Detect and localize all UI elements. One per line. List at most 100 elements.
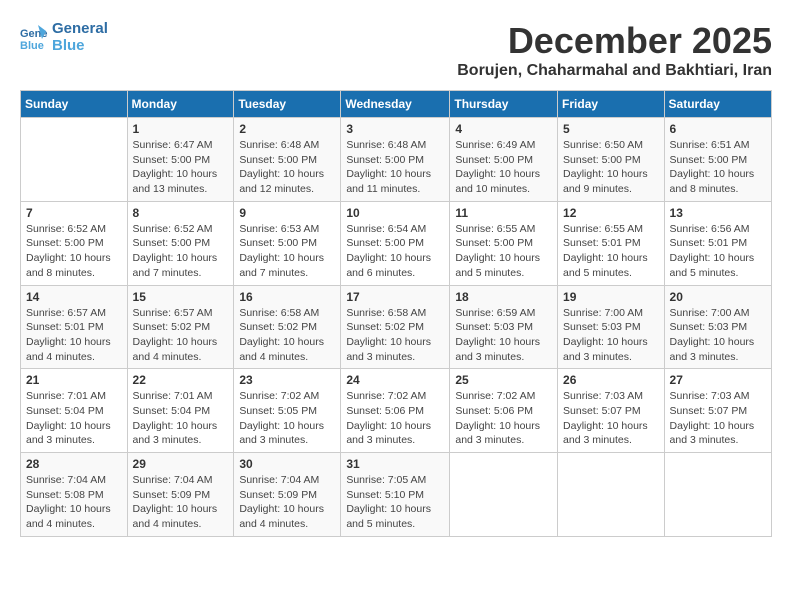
calendar-cell [21,118,128,202]
day-number: 8 [133,206,229,220]
calendar-cell: 5Sunrise: 6:50 AMSunset: 5:00 PMDaylight… [558,118,665,202]
day-info: Sunrise: 7:02 AMSunset: 5:05 PMDaylight:… [239,389,335,448]
day-info: Sunrise: 7:04 AMSunset: 5:08 PMDaylight:… [26,473,122,532]
weekday-header-sunday: Sunday [21,91,128,118]
calendar-cell: 13Sunrise: 6:56 AMSunset: 5:01 PMDayligh… [664,201,771,285]
day-number: 12 [563,206,659,220]
day-number: 28 [26,457,122,471]
calendar-cell: 29 Sunrise: 7:04 AMSunset: 5:09 PMDayligh… [127,453,234,537]
day-number: 3 [346,122,444,136]
day-info: Sunrise: 6:58 AMSunset: 5:02 PMDaylight:… [346,306,444,365]
calendar-cell: 31 Sunrise: 7:05 AMSunset: 5:10 PMDayligh… [341,453,450,537]
day-info: Sunrise: 7:00 AMSunset: 5:03 PMDaylight:… [670,306,766,365]
calendar-body: 1Sunrise: 6:47 AMSunset: 5:00 PMDaylight… [21,118,772,537]
calendar-cell: 14 Sunrise: 6:57 AMSunset: 5:01 PMDayligh… [21,285,128,369]
day-number: 21 [26,373,122,387]
day-number: 18 [455,290,552,304]
calendar-cell: 27 Sunrise: 7:03 AMSunset: 5:07 PMDayligh… [664,369,771,453]
weekday-header-friday: Friday [558,91,665,118]
title-section: December 2025 Borujen, Chaharmahal and B… [457,20,772,80]
day-info: Sunrise: 7:00 AMSunset: 5:03 PMDaylight:… [563,306,659,365]
day-number: 11 [455,206,552,220]
svg-text:Blue: Blue [20,40,44,51]
calendar-cell: 8 Sunrise: 6:52 AMSunset: 5:00 PMDaylight… [127,201,234,285]
day-info: Sunrise: 7:01 AMSunset: 5:04 PMDaylight:… [26,389,122,448]
calendar-week-row: 7Sunrise: 6:52 AMSunset: 5:00 PMDaylight… [21,201,772,285]
calendar-cell: 2 Sunrise: 6:48 AMSunset: 5:00 PMDaylight… [234,118,341,202]
calendar-cell: 16 Sunrise: 6:58 AMSunset: 5:02 PMDayligh… [234,285,341,369]
weekday-header-wednesday: Wednesday [341,91,450,118]
day-info: Sunrise: 6:55 AMSunset: 5:00 PMDaylight:… [455,222,552,281]
calendar-cell: 9Sunrise: 6:53 AMSunset: 5:00 PMDaylight… [234,201,341,285]
day-info: Sunrise: 7:04 AMSunset: 5:09 PMDaylight:… [133,473,229,532]
calendar-cell: 17 Sunrise: 6:58 AMSunset: 5:02 PMDayligh… [341,285,450,369]
day-number: 27 [670,373,766,387]
day-info: Sunrise: 6:58 AMSunset: 5:02 PMDaylight:… [239,306,335,365]
calendar-cell: 18 Sunrise: 6:59 AMSunset: 5:03 PMDayligh… [450,285,558,369]
day-info: Sunrise: 7:03 AMSunset: 5:07 PMDaylight:… [670,389,766,448]
day-number: 17 [346,290,444,304]
calendar-cell: 1Sunrise: 6:47 AMSunset: 5:00 PMDaylight… [127,118,234,202]
day-info: Sunrise: 6:47 AMSunset: 5:00 PMDaylight:… [133,138,229,197]
day-info: Sunrise: 6:57 AMSunset: 5:02 PMDaylight:… [133,306,229,365]
day-number: 6 [670,122,766,136]
calendar-header-row: SundayMondayTuesdayWednesdayThursdayFrid… [21,91,772,118]
day-info: Sunrise: 6:55 AMSunset: 5:01 PMDaylight:… [563,222,659,281]
day-number: 29 [133,457,229,471]
day-number: 30 [239,457,335,471]
calendar-cell: 22Sunrise: 7:01 AMSunset: 5:04 PMDayligh… [127,369,234,453]
day-number: 31 [346,457,444,471]
day-info: Sunrise: 6:57 AMSunset: 5:01 PMDaylight:… [26,306,122,365]
day-number: 23 [239,373,335,387]
logo-line1: General [52,20,108,37]
logo-line2: Blue [52,37,108,54]
day-number: 4 [455,122,552,136]
day-number: 26 [563,373,659,387]
day-number: 13 [670,206,766,220]
day-info: Sunrise: 7:04 AMSunset: 5:09 PMDaylight:… [239,473,335,532]
weekday-header-tuesday: Tuesday [234,91,341,118]
day-info: Sunrise: 7:03 AMSunset: 5:07 PMDaylight:… [563,389,659,448]
calendar-cell: 10Sunrise: 6:54 AMSunset: 5:00 PMDayligh… [341,201,450,285]
day-number: 14 [26,290,122,304]
day-info: Sunrise: 6:49 AMSunset: 5:00 PMDaylight:… [455,138,552,197]
calendar-cell: 12 Sunrise: 6:55 AMSunset: 5:01 PMDayligh… [558,201,665,285]
calendar-cell: 7Sunrise: 6:52 AMSunset: 5:00 PMDaylight… [21,201,128,285]
day-info: Sunrise: 7:05 AMSunset: 5:10 PMDaylight:… [346,473,444,532]
day-info: Sunrise: 7:02 AMSunset: 5:06 PMDaylight:… [455,389,552,448]
day-number: 19 [563,290,659,304]
calendar-week-row: 28 Sunrise: 7:04 AMSunset: 5:08 PMDayligh… [21,453,772,537]
calendar-cell: 20Sunrise: 7:00 AMSunset: 5:03 PMDayligh… [664,285,771,369]
day-info: Sunrise: 6:48 AMSunset: 5:00 PMDaylight:… [346,138,444,197]
day-number: 10 [346,206,444,220]
calendar-table: SundayMondayTuesdayWednesdayThursdayFrid… [20,90,772,537]
day-number: 16 [239,290,335,304]
day-info: Sunrise: 6:59 AMSunset: 5:03 PMDaylight:… [455,306,552,365]
calendar-cell: 15 Sunrise: 6:57 AMSunset: 5:02 PMDayligh… [127,285,234,369]
page-subtitle: Borujen, Chaharmahal and Bakhtiari, Iran [457,62,772,80]
day-info: Sunrise: 6:48 AMSunset: 5:00 PMDaylight:… [239,138,335,197]
day-number: 9 [239,206,335,220]
logo: General Blue General Blue [20,20,108,55]
page-title: December 2025 [457,20,772,62]
calendar-cell: 24Sunrise: 7:02 AMSunset: 5:06 PMDayligh… [341,369,450,453]
calendar-cell [450,453,558,537]
calendar-cell: 21 Sunrise: 7:01 AMSunset: 5:04 PMDayligh… [21,369,128,453]
weekday-header-monday: Monday [127,91,234,118]
calendar-cell: 30 Sunrise: 7:04 AMSunset: 5:09 PMDayligh… [234,453,341,537]
day-number: 15 [133,290,229,304]
day-info: Sunrise: 6:51 AMSunset: 5:00 PMDaylight:… [670,138,766,197]
calendar-cell [664,453,771,537]
calendar-cell: 3 Sunrise: 6:48 AMSunset: 5:00 PMDaylight… [341,118,450,202]
calendar-cell [558,453,665,537]
weekday-header-thursday: Thursday [450,91,558,118]
calendar-cell: 26 Sunrise: 7:03 AMSunset: 5:07 PMDayligh… [558,369,665,453]
day-info: Sunrise: 6:52 AMSunset: 5:00 PMDaylight:… [133,222,229,281]
logo-icon: General Blue [20,23,48,51]
day-number: 5 [563,122,659,136]
day-info: Sunrise: 6:52 AMSunset: 5:00 PMDaylight:… [26,222,122,281]
day-info: Sunrise: 7:01 AMSunset: 5:04 PMDaylight:… [133,389,229,448]
calendar-cell: 19 Sunrise: 7:00 AMSunset: 5:03 PMDayligh… [558,285,665,369]
day-number: 2 [239,122,335,136]
calendar-week-row: 21 Sunrise: 7:01 AMSunset: 5:04 PMDayligh… [21,369,772,453]
